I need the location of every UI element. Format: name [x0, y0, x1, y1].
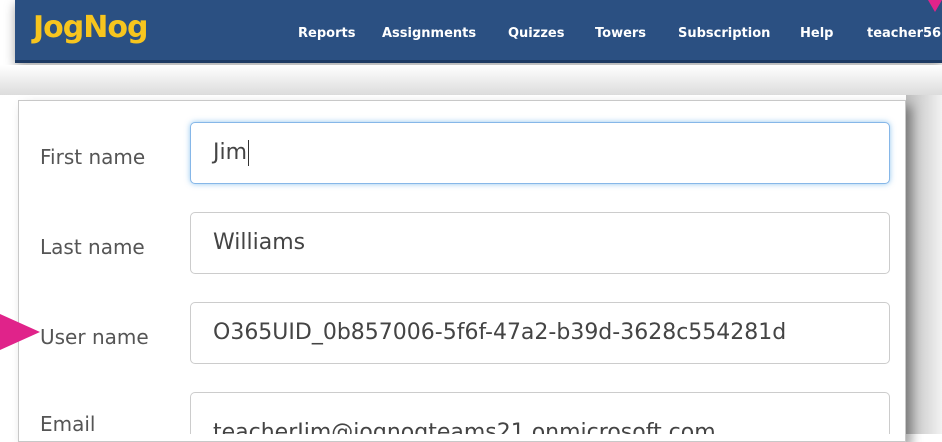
nav-assignments[interactable]: Assignments — [382, 26, 476, 41]
email-label: Email — [40, 412, 96, 436]
last-name-field[interactable]: Williams — [190, 212, 890, 274]
user-name-field[interactable]: O365UID_0b857006-5f6f-47a2-b39d-3628c554… — [190, 302, 890, 364]
annotation-arrow-right-icon — [0, 314, 40, 350]
annotation-arrow-down-icon — [928, 0, 942, 12]
user-name-value: O365UID_0b857006-5f6f-47a2-b39d-3628c554… — [213, 320, 787, 345]
email-field[interactable]: teacherJim@jognogteams21.onmicrosoft.com — [190, 392, 890, 434]
first-name-value: Jim — [213, 140, 248, 165]
text-caret — [248, 140, 250, 166]
email-value: teacherJim@jognogteams21.onmicrosoft.com — [213, 420, 716, 434]
nav-towers[interactable]: Towers — [595, 26, 646, 41]
nav-quizzes[interactable]: Quizzes — [508, 26, 564, 41]
first-name-label: First name — [40, 145, 146, 169]
user-name-label: User name — [40, 325, 149, 349]
top-navbar: JogNog Reports Assignments Quizzes Tower… — [15, 0, 942, 63]
nav-user-account[interactable]: teacher56 — [867, 26, 941, 41]
first-name-field[interactable]: Jim — [190, 122, 890, 184]
nav-help[interactable]: Help — [800, 26, 833, 41]
jognog-logo[interactable]: JogNog — [33, 10, 148, 45]
nav-reports[interactable]: Reports — [298, 26, 355, 41]
panel-side-shadow — [906, 95, 942, 434]
last-name-value: Williams — [213, 230, 306, 255]
page-shadow-band — [0, 65, 942, 95]
last-name-label: Last name — [40, 235, 145, 259]
nav-subscription[interactable]: Subscription — [678, 26, 770, 41]
